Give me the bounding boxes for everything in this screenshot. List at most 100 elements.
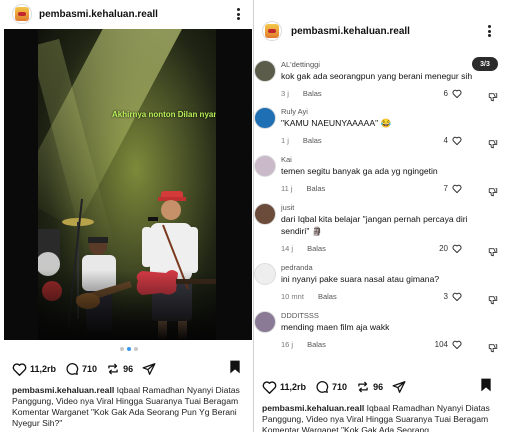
- comment-meta: 3 j Balas: [281, 89, 322, 98]
- post-caption: pembasmi.kehaluan.reall Iqbaal Ramadhan …: [12, 385, 248, 429]
- thumbs-down-icon: [488, 296, 498, 305]
- comment-avatar[interactable]: [254, 60, 276, 82]
- comment-text: temen segitu banyak ga ada yg ngingetin: [281, 166, 438, 176]
- save-button[interactable]: [229, 360, 241, 379]
- comment-button[interactable]: 710: [65, 362, 97, 376]
- reply-button[interactable]: Balas: [307, 340, 326, 349]
- thumbs-down-icon: [488, 140, 498, 149]
- comment-like-count: 20: [439, 244, 448, 253]
- comment-like-button[interactable]: 104: [435, 340, 462, 349]
- comment-button[interactable]: 710: [315, 380, 347, 394]
- comment-dislike-button[interactable]: [488, 89, 498, 107]
- comment-icon: [66, 363, 79, 375]
- thumbs-down-icon: [488, 248, 498, 257]
- video-player[interactable]: Akhirnya nonton Dilan nyanyi: [4, 29, 252, 340]
- heart-icon: [452, 184, 462, 193]
- comment-time: 14 j: [281, 244, 294, 253]
- video-overlay-text: Akhirnya nonton Dilan nyanyi: [112, 110, 216, 119]
- comment-dislike-button[interactable]: [488, 184, 498, 202]
- caption-username[interactable]: pembasmi.kehaluan.reall: [12, 385, 114, 395]
- comment-dislike-button[interactable]: [488, 244, 498, 262]
- comment-avatar[interactable]: [254, 311, 276, 333]
- comment-like-button[interactable]: 4: [444, 136, 462, 145]
- comment-like-button[interactable]: 6: [444, 89, 462, 98]
- comments-panel: pembasmi.kehaluan.reall 3/3 AL'dettinggi…: [254, 0, 506, 432]
- comment-item: AL'dettinggi kok gak ada seorangpun yang …: [254, 60, 506, 102]
- repost-button[interactable]: 96: [106, 362, 133, 376]
- save-button[interactable]: [480, 378, 492, 397]
- comment-username[interactable]: Ruly Ayi: [281, 107, 308, 116]
- comment-time: 16 j: [281, 340, 294, 349]
- comment-time: 1 j: [281, 136, 289, 145]
- comment-text: ini nyanyi pake suara nasal atau gimana?: [281, 274, 440, 284]
- more-options-icon[interactable]: [233, 6, 243, 22]
- post-actions: 11,2rb 710 96: [262, 378, 415, 396]
- comment-dislike-button[interactable]: [488, 292, 498, 310]
- avatar[interactable]: [12, 4, 32, 24]
- like-button[interactable]: 11,2rb: [12, 362, 56, 376]
- like-button[interactable]: 11,2rb: [262, 380, 306, 394]
- comment-like-button[interactable]: 20: [439, 244, 462, 253]
- comment-avatar[interactable]: [254, 155, 276, 177]
- comments-header-username[interactable]: pembasmi.kehaluan.reall: [291, 26, 410, 37]
- comment-username[interactable]: AL'dettinggi: [281, 60, 320, 69]
- comment-like-count: 6: [443, 89, 448, 98]
- like-count: 11,2rb: [30, 364, 57, 374]
- comment-username[interactable]: DDDITSSS: [281, 311, 319, 320]
- reply-button[interactable]: Balas: [318, 292, 337, 301]
- comment-like-button[interactable]: 3: [444, 292, 462, 301]
- comment-item: Kai temen segitu banyak ga ada yg nginget…: [254, 155, 506, 197]
- comment-username[interactable]: Kai: [281, 155, 292, 164]
- reply-button[interactable]: Balas: [303, 136, 322, 145]
- caption-username[interactable]: pembasmi.kehaluan.reall: [262, 403, 364, 413]
- heart-icon: [12, 363, 27, 376]
- share-button[interactable]: [392, 380, 406, 394]
- reply-button[interactable]: Balas: [307, 244, 326, 253]
- post-username[interactable]: pembasmi.kehaluan.reall: [39, 9, 158, 20]
- comment-dislike-button[interactable]: [488, 340, 498, 358]
- comment-username[interactable]: pedranda: [281, 263, 313, 272]
- video-letterbox-right: [216, 29, 252, 340]
- bookmark-icon: [481, 378, 491, 392]
- comment-meta: 11 j Balas: [281, 184, 325, 193]
- post-header: pembasmi.kehaluan.reall: [0, 0, 253, 28]
- avatar[interactable]: [262, 21, 282, 41]
- comment-item: DDDITSSS mending maen film aja wakk 16 j Ba…: [254, 311, 506, 353]
- comment-time: 11 j: [281, 184, 293, 193]
- bookmark-icon: [230, 360, 240, 374]
- carousel-dots: [120, 347, 138, 351]
- comment-text: mending maen film aja wakk: [281, 322, 390, 332]
- comment-username[interactable]: jusit: [281, 203, 294, 212]
- comment-meta: 10 mnt Balas: [281, 292, 337, 301]
- comment-avatar[interactable]: [254, 203, 276, 225]
- comment-text: kok gak ada seorangpun yang berani meneg…: [281, 71, 473, 81]
- comment-time: 3 j: [281, 89, 289, 98]
- comment-item: pedranda ini nyanyi pake suara nasal atau…: [254, 263, 506, 305]
- comments-header: pembasmi.kehaluan.reall: [254, 17, 506, 45]
- repost-count: 96: [373, 382, 384, 392]
- comment-avatar[interactable]: [254, 263, 276, 285]
- thumbs-down-icon: [488, 188, 498, 197]
- like-count: 11,2rb: [280, 382, 307, 392]
- heart-icon: [452, 340, 462, 349]
- comment-like-count: 4: [443, 136, 448, 145]
- profile-logo-icon: [265, 24, 279, 38]
- repost-count: 96: [123, 364, 134, 374]
- more-options-icon[interactable]: [484, 23, 494, 39]
- comment-like-button[interactable]: 7: [444, 184, 462, 193]
- comment-like-count: 104: [434, 340, 448, 349]
- share-button[interactable]: [142, 362, 156, 376]
- comment-text: "KAMU NAEUNYAAAAA" 😂: [281, 118, 392, 128]
- comment-avatar[interactable]: [254, 107, 276, 129]
- post-actions: 11,2rb 710 96: [12, 360, 165, 378]
- reply-button[interactable]: Balas: [303, 89, 322, 98]
- comment-icon: [316, 381, 329, 393]
- repost-icon: [358, 381, 368, 393]
- comment-like-count: 3: [443, 292, 448, 301]
- repost-button[interactable]: 96: [356, 380, 383, 394]
- reply-button[interactable]: Balas: [307, 184, 326, 193]
- comment-item: jusit dari Iqbal kita belajar "jangan per…: [254, 203, 506, 257]
- comment-dislike-button[interactable]: [488, 136, 498, 154]
- heart-icon: [452, 136, 462, 145]
- repost-icon: [108, 363, 118, 375]
